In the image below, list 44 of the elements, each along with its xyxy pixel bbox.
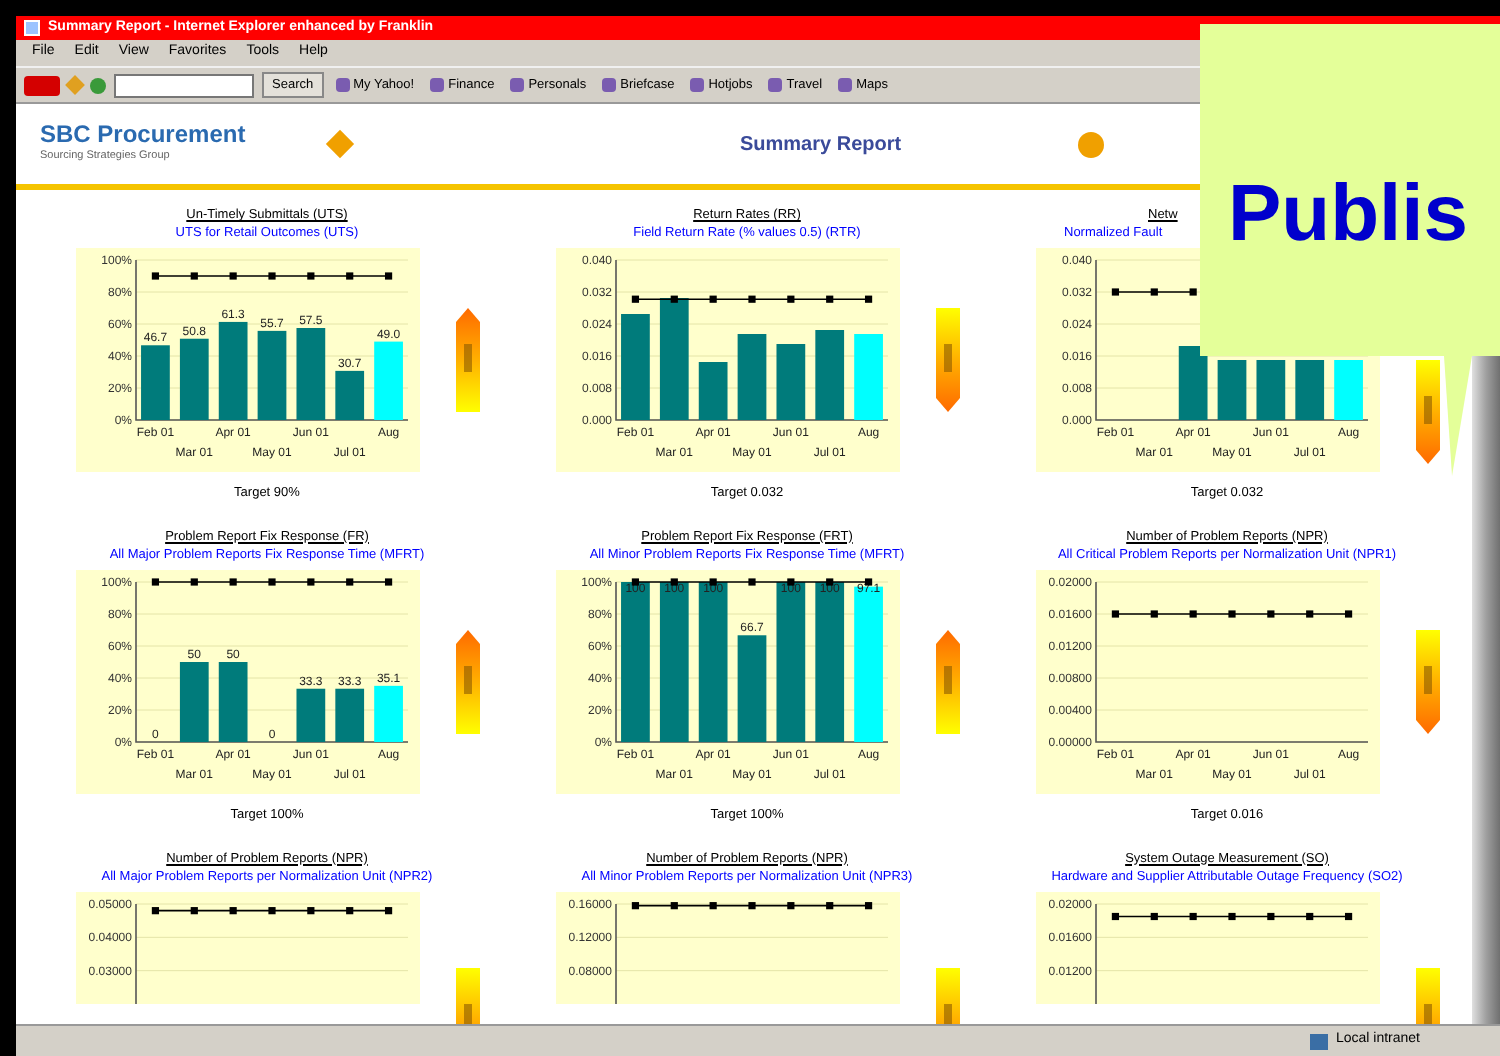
y-axis	[614, 902, 616, 1003]
bar	[1255, 360, 1285, 420]
bar	[853, 334, 882, 420]
target-line	[1110, 288, 1196, 296]
search-field[interactable]	[114, 73, 254, 97]
bar	[334, 688, 364, 742]
bar	[373, 685, 402, 742]
link-icon	[838, 78, 853, 92]
bar	[334, 370, 364, 420]
bar	[256, 330, 286, 420]
bar	[736, 334, 766, 420]
bar	[775, 344, 805, 420]
bar	[697, 362, 727, 420]
bar	[736, 634, 766, 742]
globe-icon[interactable]	[90, 77, 106, 93]
bar	[295, 688, 325, 742]
link-icon	[690, 78, 705, 92]
link-icon	[430, 78, 445, 92]
scrollbar[interactable]	[1472, 356, 1500, 1024]
bar	[178, 661, 208, 742]
bar	[373, 341, 402, 420]
browser-icon	[24, 20, 40, 36]
link-icon	[768, 78, 783, 92]
bar	[295, 328, 325, 420]
bar	[620, 314, 649, 420]
brand-logo: SBC Procurement	[40, 122, 248, 149]
bar	[178, 338, 208, 420]
page-title: Summary Report	[740, 131, 902, 159]
bar	[1216, 360, 1246, 420]
link-icon	[510, 78, 525, 92]
callout-text: Publis	[1228, 168, 1469, 260]
link-icon	[602, 78, 617, 92]
y-axis	[1094, 902, 1096, 1003]
link-icon	[335, 78, 350, 92]
bar	[1177, 346, 1207, 420]
bar	[140, 345, 169, 420]
bar	[1294, 360, 1324, 420]
bar	[217, 661, 247, 742]
intranet-icon	[1309, 1033, 1328, 1049]
y-axis	[134, 902, 136, 1003]
bar	[217, 321, 247, 420]
bar	[1333, 360, 1362, 420]
bar	[658, 298, 688, 420]
bar	[814, 330, 844, 420]
